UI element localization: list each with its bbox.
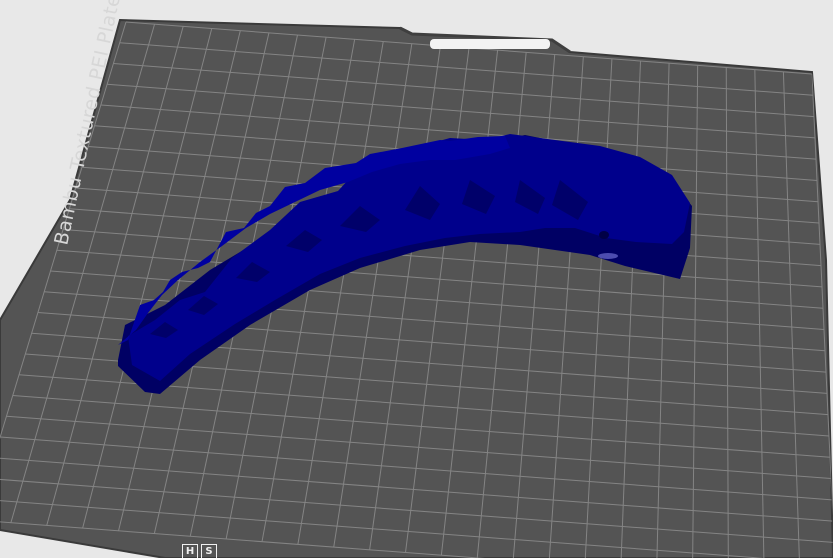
build-plate-scene[interactable]: Bambu Textured PEI Plate	[0, 0, 833, 558]
model-hole	[599, 231, 609, 239]
bottom-badge: H S	[182, 544, 217, 558]
plate-handle-slot	[430, 39, 550, 49]
badge-s: S	[201, 544, 217, 558]
build-plate	[0, 18, 833, 558]
badge-h: H	[182, 544, 198, 558]
3d-viewport[interactable]: Bambu Textured PEI Plate H S	[0, 0, 833, 558]
model-hole	[598, 253, 618, 259]
